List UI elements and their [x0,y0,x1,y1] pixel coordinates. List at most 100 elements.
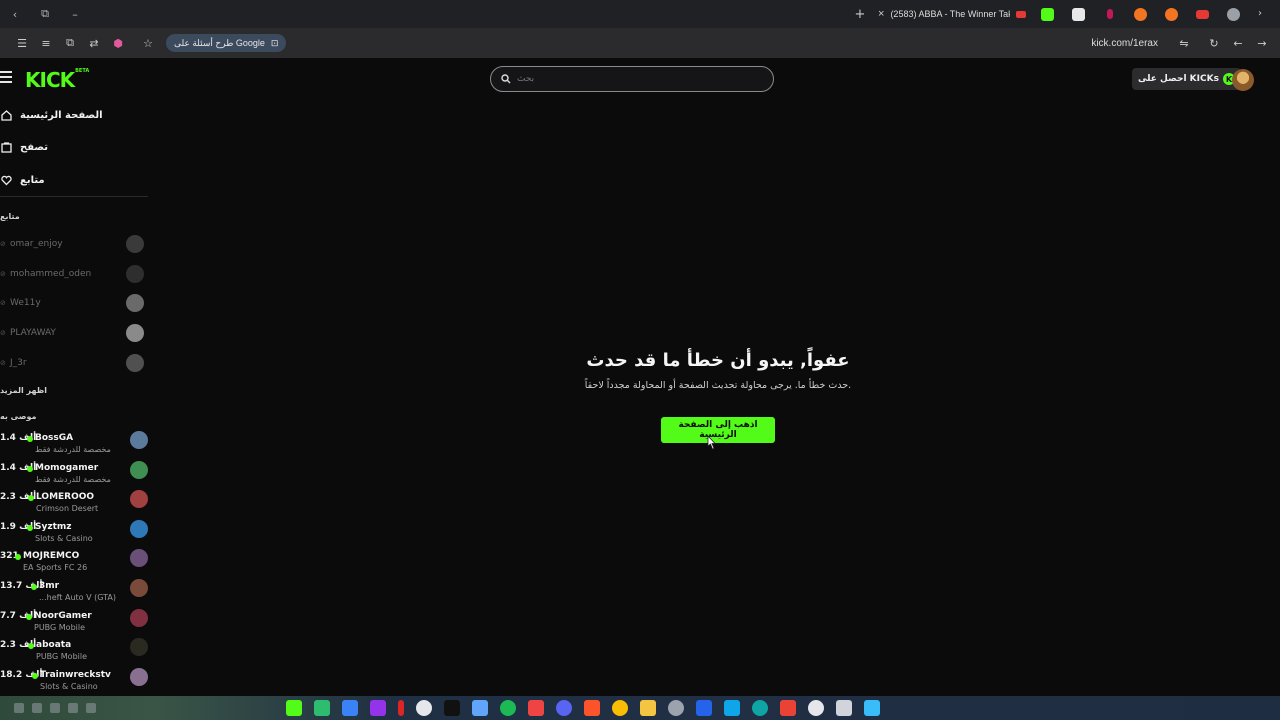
tray-icon[interactable] [86,703,96,713]
kick-logo[interactable]: KICKBETA [25,68,89,92]
edge-icon[interactable] [752,700,768,716]
shield-icon[interactable]: ⬢ [106,37,130,50]
heart-icon [0,174,12,186]
extensions-icon[interactable]: ⧉ [58,36,82,50]
sidebar-item-browse[interactable]: تصفح [0,137,48,157]
sidebar-item-label: تصفح [20,141,49,153]
translate-icon[interactable]: ⇄ [82,37,106,50]
home-icon [0,109,12,121]
following-channel[interactable]: ⊘ PLAYAWAY [0,322,148,344]
avatar [130,638,148,656]
tab-crunchyroll-1[interactable] [1125,2,1156,26]
show-more-link[interactable]: اظهر المزيد [0,386,47,395]
offline-icon: ⊘ [0,240,6,248]
user-avatar[interactable] [1232,69,1254,91]
taskbar-apps [286,700,880,716]
get-kicks-button[interactable]: احصل على KICKs K [1132,68,1241,90]
site-settings-icon[interactable]: ⇋ [1172,37,1196,50]
restore-window-icon[interactable]: ⧉ [30,7,60,21]
tray-icon[interactable] [68,703,78,713]
channel-category: مخصصة للدردشة فقط [35,475,111,484]
tab-wikipedia[interactable] [1063,2,1094,26]
spotify-icon[interactable] [500,700,516,716]
bookmark-star-icon[interactable]: ☆ [136,37,160,50]
sidebar-toggle-icon[interactable]: ☰ [10,37,34,50]
reload-icon[interactable]: ↻ [1202,37,1226,50]
recommended-channel[interactable]: 13.7 ألف3mr...heft Auto V (GTA) [0,579,148,607]
close-tab-icon[interactable]: × [878,8,884,20]
tray-icon[interactable] [14,703,24,713]
following-channel[interactable]: ⊘ omar_enjoy [0,233,148,255]
url-text[interactable]: kick.com/1erax [1091,38,1158,49]
tab-generic[interactable] [1094,2,1125,26]
reading-list-icon[interactable]: ≡ [34,37,58,50]
tab-crunchyroll-2[interactable] [1156,2,1187,26]
tab-more[interactable]: › [1249,2,1280,26]
wikipedia-favicon-icon [1072,7,1085,21]
tab-chrome[interactable] [1218,2,1249,26]
app-icon[interactable] [696,700,712,716]
gmail-icon[interactable] [780,700,796,716]
minimize-icon[interactable]: – [60,8,90,21]
avatar [126,265,144,283]
search-input[interactable] [517,74,717,84]
windows-start-icon[interactable] [864,700,880,716]
beta-badge: BETA [75,68,90,74]
xbox-icon[interactable] [416,700,432,716]
tray-icon[interactable] [50,703,60,713]
sidebar-item-following[interactable]: متابع [0,170,45,190]
channel-category: PUBG Mobile [36,652,88,661]
channel-name: We11y [10,298,41,308]
avatar [130,609,148,627]
app-icon[interactable] [398,700,404,716]
ask-google-button[interactable]: طرح أسئلة على Google ⊡ [166,34,287,52]
menu-icon[interactable] [0,71,12,83]
browser-toolbar: ☰ ≡ ⧉ ⇄ ⬢ ☆ طرح أسئلة على Google ⊡ kick.… [0,28,1280,58]
terminal-icon[interactable] [444,700,460,716]
orange-favicon-icon [1134,7,1147,21]
channel-category: مخصصة للدردشة فقط [35,445,111,454]
app-icon[interactable] [472,700,488,716]
app-icon[interactable] [370,700,386,716]
recommended-channel[interactable]: 1.4 ألفBossGAمخصصة للدردشة فقط [0,431,148,459]
app-icon[interactable] [808,700,824,716]
tray-icon[interactable] [32,703,42,713]
browser-tab[interactable]: × (2583) ABBA - The Winner Takes [872,2,1032,26]
recommended-section-title: موصى به [0,412,37,421]
channel-category: Crimson Desert [36,504,99,513]
search-bar[interactable] [490,66,774,92]
back-icon[interactable]: ← [1226,37,1250,50]
forward-icon[interactable]: → [1250,37,1274,50]
recommended-channel[interactable]: 18.2 ألفTrainwreckstvSlots & Casino [0,668,148,696]
app-icon[interactable] [342,700,358,716]
go-home-button[interactable]: اذهب إلى الصفحة الرئيسية [661,417,775,443]
folder-icon[interactable] [640,700,656,716]
avatar [130,579,148,597]
recommended-channel[interactable]: 2.3 ألفLOMEROOOCrimson Desert [0,490,148,518]
recommended-channel[interactable]: 2.3 ألفaboataPUBG Mobile [0,638,148,666]
app-icon[interactable] [528,700,544,716]
following-channel[interactable]: ⊘ mohammed_oden [0,263,148,285]
recommended-channel[interactable]: 1.4 ألفMomogamerمخصصة للدردشة فقط [0,461,148,489]
settings-icon[interactable] [668,700,684,716]
new-tab-button[interactable]: + [848,7,872,22]
sidebar-item-label: الصفحة الرئيسية [20,109,103,121]
recommended-channel[interactable]: 7.7 ألفNoorGamerPUBG Mobile [0,609,148,637]
chrome-icon[interactable] [612,700,628,716]
app-icon[interactable] [286,700,302,716]
following-channel[interactable]: ⊘ J_3r [0,352,148,374]
app-icon[interactable] [314,700,330,716]
app-icon[interactable] [836,700,852,716]
recommended-channel[interactable]: 321 MOJREMCO EA Sports FC 26 [0,549,148,577]
recommended-channel[interactable]: 1.9 ألفSyztmzSlots & Casino [0,520,148,548]
tab-youtube[interactable] [1187,2,1218,26]
sidebar-item-home[interactable]: الصفحة الرئيسية [0,105,103,125]
offline-icon: ⊘ [0,359,6,367]
following-channel[interactable]: ⊘ We11y [0,292,148,314]
avatar [130,461,148,479]
brave-icon[interactable] [584,700,600,716]
back-arrow-icon[interactable]: ‹ [0,8,30,21]
discord-icon[interactable] [556,700,572,716]
store-icon[interactable] [724,700,740,716]
tab-kick[interactable] [1032,2,1063,26]
